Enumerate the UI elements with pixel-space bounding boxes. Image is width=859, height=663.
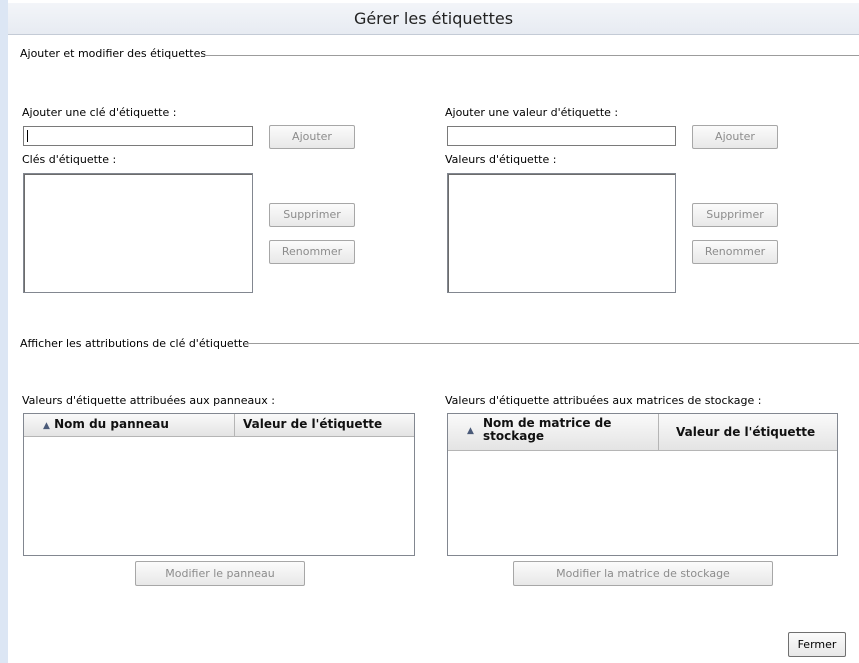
window-title: Gérer les étiquettes [8, 3, 859, 35]
panels-table[interactable]: ▲ Nom du panneau Valeur de l'étiquette [23, 413, 415, 556]
column-tag-value[interactable]: Valeur de l'étiquette [234, 414, 414, 436]
keys-listbox[interactable] [23, 173, 253, 293]
column-storage-tag-value-label: Valeur de l'étiquette [676, 425, 816, 439]
edit-panel-button[interactable]: Modifier le panneau [135, 561, 305, 586]
group-assign-line [244, 343, 859, 344]
values-list-label: Valeurs d'étiquette : [445, 153, 557, 166]
edit-storage-button[interactable]: Modifier la matrice de stockage [513, 561, 773, 586]
add-key-button[interactable]: Ajouter [269, 125, 355, 149]
delete-key-button[interactable]: Supprimer [269, 203, 355, 227]
rename-value-button[interactable]: Renommer [692, 240, 778, 264]
add-value-button[interactable]: Ajouter [692, 125, 778, 149]
column-storage-name[interactable]: ▲ Nom de matrice de stockage [448, 414, 658, 450]
values-listbox[interactable] [447, 173, 676, 293]
group-edit-line [204, 55, 859, 56]
add-key-label: Ajouter une clé d'étiquette : [22, 106, 177, 119]
storage-table[interactable]: ▲ Nom de matrice de stockage Valeur de l… [447, 413, 838, 556]
column-storage-name-label: Nom de matrice de stockage [483, 416, 612, 443]
column-panel-name[interactable]: ▲ Nom du panneau [24, 414, 234, 436]
window-left-border [0, 0, 8, 663]
sort-ascending-icon: ▲ [43, 421, 50, 431]
panels-table-label: Valeurs d'étiquette attribuées aux panne… [22, 394, 275, 407]
close-button[interactable]: Fermer [788, 632, 846, 657]
group-edit-title: Ajouter et modifier des étiquettes [20, 47, 207, 60]
keys-list-label: Clés d'étiquette : [22, 153, 117, 166]
delete-value-button[interactable]: Supprimer [692, 203, 778, 227]
column-storage-tag-value[interactable]: Valeur de l'étiquette [658, 414, 837, 450]
rename-key-button[interactable]: Renommer [269, 240, 355, 264]
group-assign-title: Afficher les attributions de clé d'étiqu… [20, 337, 250, 350]
column-tag-value-label: Valeur de l'étiquette [243, 417, 383, 431]
storage-table-header: ▲ Nom de matrice de stockage Valeur de l… [448, 414, 837, 451]
add-value-input[interactable] [447, 126, 676, 146]
sort-ascending-icon: ▲ [467, 426, 474, 436]
panels-table-header: ▲ Nom du panneau Valeur de l'étiquette [24, 414, 414, 437]
add-key-input[interactable] [23, 126, 253, 146]
add-value-label: Ajouter une valeur d'étiquette : [445, 106, 619, 119]
column-panel-name-label: Nom du panneau [54, 417, 169, 431]
storage-table-label: Valeurs d'étiquette attribuées aux matri… [445, 394, 762, 407]
